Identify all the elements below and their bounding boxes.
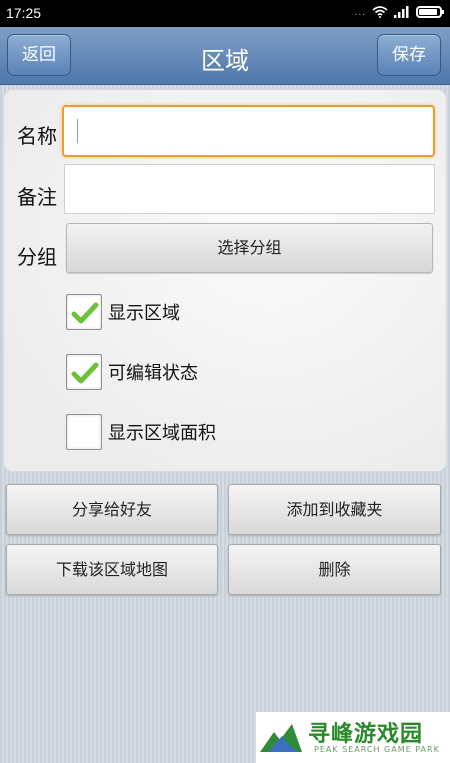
battery-icon xyxy=(416,6,444,18)
checkbox-box[interactable] xyxy=(66,414,102,450)
note-label: 备注 xyxy=(17,185,57,209)
download-map-button[interactable]: 下载该区域地图 xyxy=(6,544,218,595)
checkbox-label: 显示区域 xyxy=(108,303,180,324)
checkmark-icon xyxy=(71,362,99,384)
status-bar: 17:25 ... xyxy=(0,0,450,27)
notification-dots: ... xyxy=(354,6,366,18)
add-favorite-button[interactable]: 添加到收藏夹 xyxy=(228,484,441,535)
choose-group-button[interactable]: 选择分组 xyxy=(66,223,433,273)
checkbox-editable[interactable]: 可编辑状态 xyxy=(66,353,198,391)
signal-icon xyxy=(394,6,409,18)
text-caret xyxy=(77,119,78,143)
note-field[interactable] xyxy=(64,164,435,214)
save-button[interactable]: 保存 xyxy=(377,34,441,76)
area-form-panel: 名称 备注 分组 选择分组 显示区域 可编辑状态 显示区域面积 xyxy=(3,89,447,472)
watermark: 寻峰游戏园 PEAK SEARCH GAME PARK xyxy=(256,712,450,763)
checkbox-show-area[interactable]: 显示区域 xyxy=(66,293,180,331)
delete-button[interactable]: 删除 xyxy=(228,544,441,595)
checkbox-label: 可编辑状态 xyxy=(108,363,198,384)
status-time: 17:25 xyxy=(6,5,42,21)
watermark-title: 寻峰游戏园 xyxy=(308,722,424,747)
checkbox-label: 显示区域面积 xyxy=(108,423,216,444)
checkmark-icon xyxy=(71,302,99,324)
checkbox-show-area-size[interactable]: 显示区域面积 xyxy=(66,413,216,451)
title-bar: 返回 区域 保存 xyxy=(0,27,450,85)
watermark-subtitle: PEAK SEARCH GAME PARK xyxy=(314,745,440,754)
name-field[interactable] xyxy=(62,105,435,157)
mountain-logo-icon xyxy=(260,724,302,752)
checkbox-box[interactable] xyxy=(66,354,102,390)
share-button[interactable]: 分享给好友 xyxy=(6,484,218,535)
status-icons: ... xyxy=(354,6,444,18)
wifi-icon xyxy=(372,6,388,18)
group-label: 分组 xyxy=(17,245,57,269)
checkbox-box[interactable] xyxy=(66,294,102,330)
name-label: 名称 xyxy=(17,124,57,148)
